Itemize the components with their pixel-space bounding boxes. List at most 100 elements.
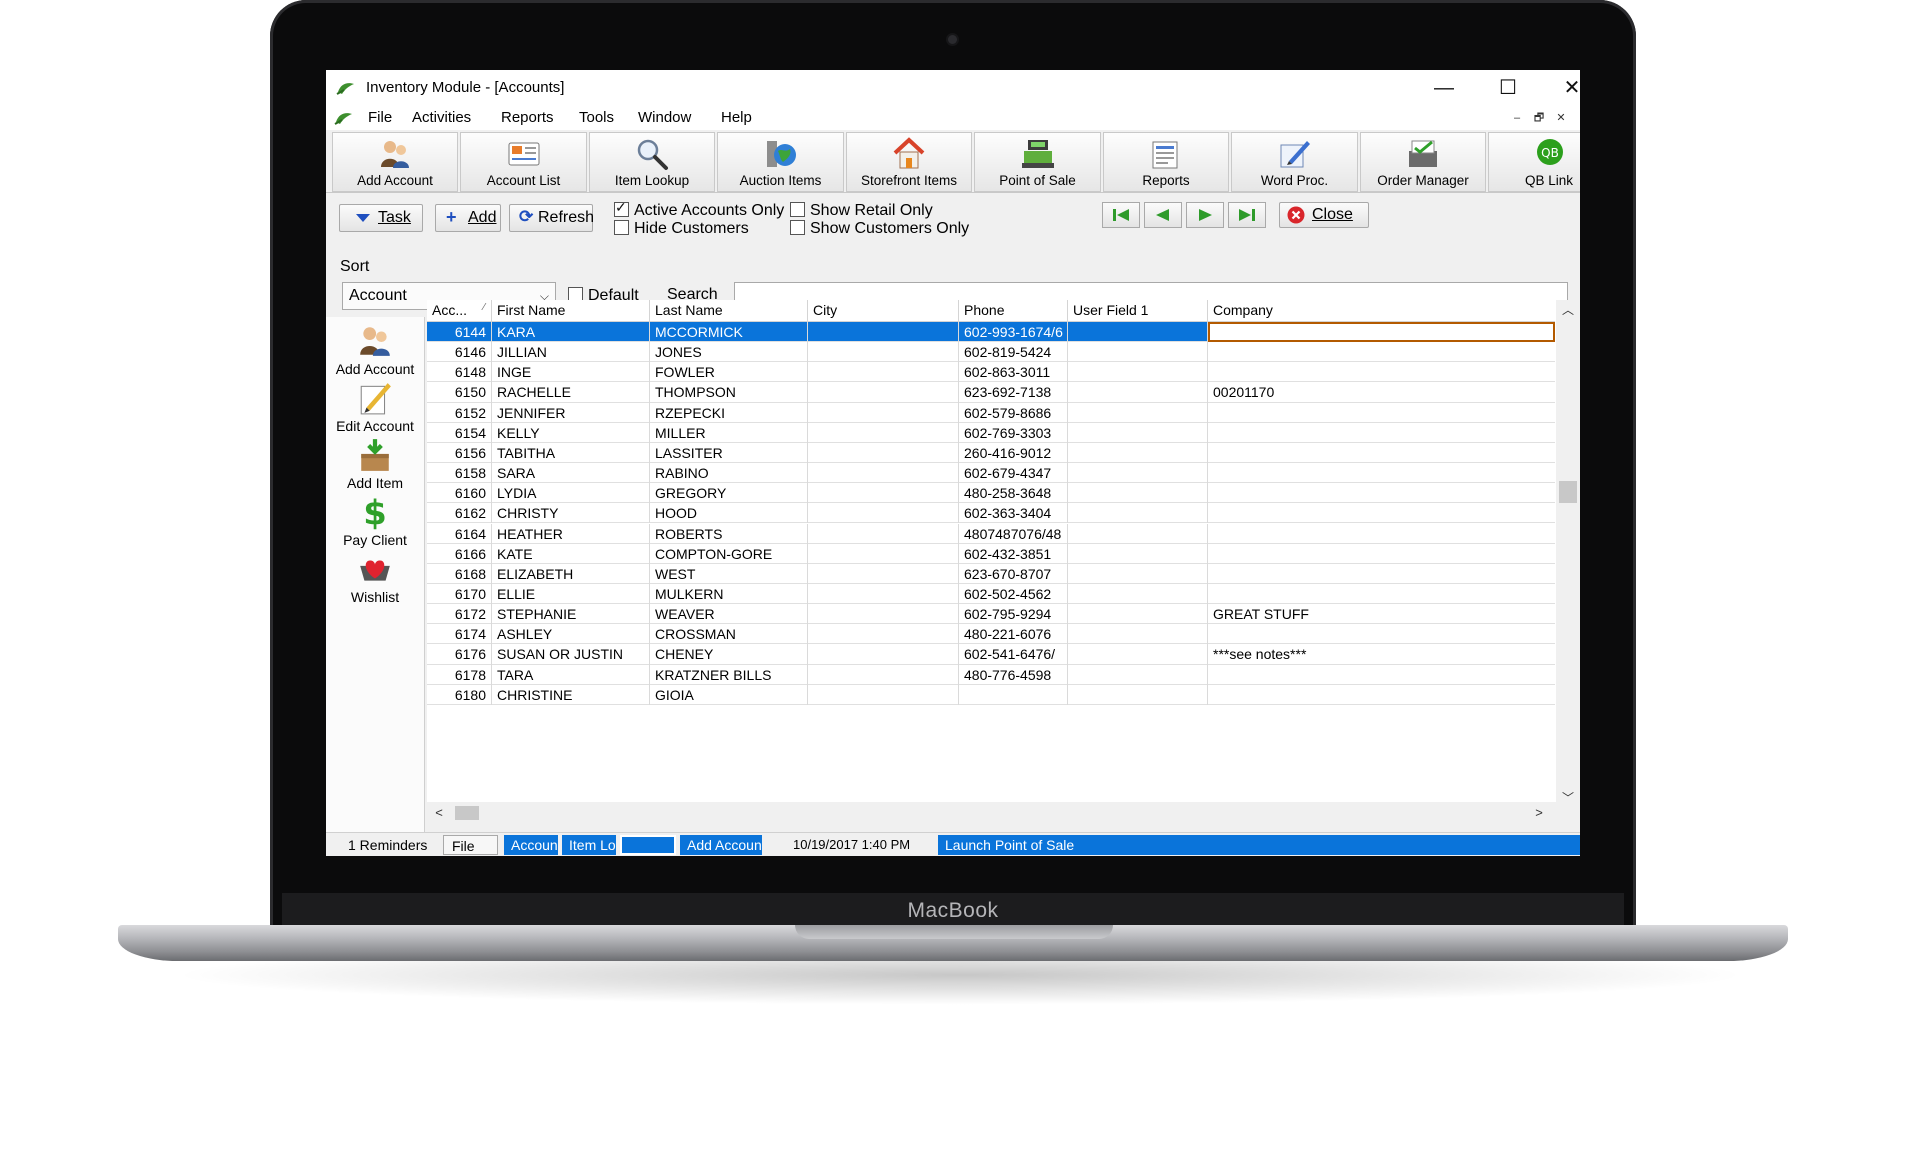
table-row[interactable]: 6164 HEATHER ROBERTS 4807487076/48 [427, 523, 1555, 544]
cell-city[interactable] [808, 463, 959, 484]
cell-first-name[interactable]: CHRISTY [492, 503, 650, 524]
cell-user-field-1[interactable] [1068, 442, 1208, 464]
cell-last-name[interactable]: GREGORY [650, 483, 808, 504]
cell-city[interactable] [808, 422, 959, 443]
table-row[interactable]: 6150 RACHELLE THOMPSON 623-692-7138 00201170 [427, 382, 1555, 403]
cell-company[interactable]: 00201170 [1208, 382, 1555, 402]
status-blank-tab[interactable] [620, 835, 676, 855]
cell-user-field-1[interactable] [1068, 684, 1208, 705]
next-record-button[interactable] [1186, 202, 1224, 228]
cell-account[interactable]: 6162 [427, 503, 492, 524]
cell-phone[interactable]: 623-670-8707 [959, 563, 1068, 584]
cell-company[interactable] [1208, 665, 1555, 685]
cell-company[interactable]: GREAT STUFF [1208, 604, 1555, 624]
status-item-lookup-tab[interactable]: Item Lo [562, 835, 616, 855]
cell-last-name[interactable]: RABINO [650, 463, 808, 484]
table-row[interactable]: 6174 ASHLEY CROSSMAN 480-221-6076 [427, 624, 1555, 645]
cell-user-field-1[interactable] [1068, 402, 1208, 423]
column-header-user-field-1[interactable]: User Field 1 [1068, 300, 1208, 321]
status-file-tab[interactable]: File [443, 835, 498, 855]
scroll-thumb[interactable] [1559, 481, 1577, 503]
cell-city[interactable] [808, 543, 959, 564]
mdi-minimize-button[interactable]: – [1508, 109, 1526, 127]
table-row[interactable]: 6178 TARA KRATZNER BILLS 480-776-4598 [427, 664, 1555, 685]
table-row[interactable]: 6156 TABITHA LASSITER 260-416-9012 [427, 442, 1555, 464]
cell-account[interactable]: 6176 [427, 644, 492, 665]
cell-phone[interactable]: 623-692-7138 [959, 382, 1068, 403]
toolbar-item-lookup[interactable]: Item Lookup [589, 132, 715, 192]
cell-last-name[interactable]: RZEPECKI [650, 402, 808, 423]
scroll-down-icon[interactable]: ﹀ [1556, 788, 1580, 802]
cell-user-field-1[interactable] [1068, 503, 1208, 524]
cell-city[interactable] [808, 523, 959, 544]
cell-company[interactable] [1208, 342, 1555, 362]
cell-account[interactable]: 6168 [427, 563, 492, 584]
toolbar-word-proc[interactable]: Word Proc. [1231, 132, 1358, 192]
cell-last-name[interactable]: JONES [650, 342, 808, 363]
cell-first-name[interactable]: KARA [492, 322, 650, 343]
table-row[interactable]: 6152 JENNIFER RZEPECKI 602-579-8686 [427, 402, 1555, 423]
cell-first-name[interactable]: RACHELLE [492, 382, 650, 403]
cell-user-field-1[interactable] [1068, 342, 1208, 363]
cell-account[interactable]: 6148 [427, 362, 492, 383]
table-row[interactable]: 6168 ELIZABETH WEST 623-670-8707 [427, 563, 1555, 584]
cell-company[interactable] [1208, 443, 1555, 463]
cell-phone[interactable]: 260-416-9012 [959, 442, 1068, 464]
cell-city[interactable] [808, 442, 959, 464]
cell-first-name[interactable]: TARA [492, 664, 650, 685]
table-row[interactable]: 6144 KARA MCCORMICK 602-993-1674/6 [427, 322, 1555, 343]
maximize-button[interactable]: ☐ [1478, 72, 1538, 104]
refresh-button[interactable]: ⟳ Refresh [509, 204, 594, 232]
table-row[interactable]: 6170 ELLIE MULKERN 602-502-4562 [427, 583, 1555, 605]
column-header-city[interactable]: City [808, 300, 959, 321]
cell-account[interactable]: 6166 [427, 543, 492, 564]
table-row[interactable]: 6154 KELLY MILLER 602-769-3303 [427, 422, 1555, 443]
cell-phone[interactable]: 602-679-4347 [959, 463, 1068, 484]
cell-city[interactable] [808, 563, 959, 584]
column-header-phone[interactable]: Phone [959, 300, 1068, 321]
hide-customers-checkbox[interactable]: Hide Customers [614, 220, 749, 238]
cell-phone[interactable]: 602-432-3851 [959, 543, 1068, 564]
cell-first-name[interactable]: LYDIA [492, 483, 650, 504]
table-row[interactable]: 6176 SUSAN OR JUSTIN CHENEY 602-541-6476/ **… [427, 644, 1555, 665]
toolbar-account-list[interactable]: Account List [460, 132, 587, 192]
cell-first-name[interactable]: JENNIFER [492, 402, 650, 423]
toolbar-reports[interactable]: Reports [1103, 132, 1229, 192]
toolbar-qb-link[interactable]: QB QB Link [1488, 132, 1580, 192]
mdi-close-button[interactable]: ✕ [1552, 109, 1570, 127]
minimize-button[interactable]: — [1414, 72, 1474, 104]
scroll-left-icon[interactable]: < [429, 802, 449, 824]
cell-first-name[interactable]: INGE [492, 362, 650, 383]
last-record-button[interactable] [1228, 202, 1266, 228]
cell-account[interactable]: 6154 [427, 422, 492, 443]
cell-last-name[interactable]: CHENEY [650, 644, 808, 665]
cell-user-field-1[interactable] [1068, 463, 1208, 484]
cell-first-name[interactable]: TABITHA [492, 442, 650, 464]
status-add-account-tab[interactable]: Add Accoun [680, 835, 762, 855]
cell-user-field-1[interactable] [1068, 644, 1208, 665]
status-launch-point-of-sale[interactable]: Launch Point of Sale [938, 835, 1580, 855]
cell-company[interactable] [1208, 624, 1555, 644]
cell-phone[interactable]: 602-541-6476/ [959, 644, 1068, 665]
cell-city[interactable] [808, 402, 959, 423]
column-header-company[interactable]: Company [1208, 300, 1555, 321]
cell-company[interactable] [1208, 403, 1555, 423]
cell-account[interactable]: 6152 [427, 402, 492, 423]
cell-user-field-1[interactable] [1068, 422, 1208, 443]
cell-account[interactable]: 6174 [427, 624, 492, 645]
cell-phone[interactable]: 480-221-6076 [959, 624, 1068, 645]
cell-company[interactable] [1208, 483, 1555, 503]
cell-user-field-1[interactable] [1068, 322, 1208, 343]
cell-user-field-1[interactable] [1068, 362, 1208, 383]
cell-city[interactable] [808, 503, 959, 524]
cell-phone[interactable]: 602-769-3303 [959, 422, 1068, 443]
scroll-right-icon[interactable]: > [1529, 802, 1549, 824]
cell-account[interactable]: 6158 [427, 463, 492, 484]
status-reminders[interactable]: 1 Reminders [348, 835, 438, 855]
cell-first-name[interactable]: HEATHER [492, 523, 650, 544]
cell-user-field-1[interactable] [1068, 523, 1208, 544]
cell-company[interactable] [1208, 503, 1555, 523]
cell-last-name[interactable]: MILLER [650, 422, 808, 443]
cell-user-field-1[interactable] [1068, 483, 1208, 504]
cell-user-field-1[interactable] [1068, 583, 1208, 605]
